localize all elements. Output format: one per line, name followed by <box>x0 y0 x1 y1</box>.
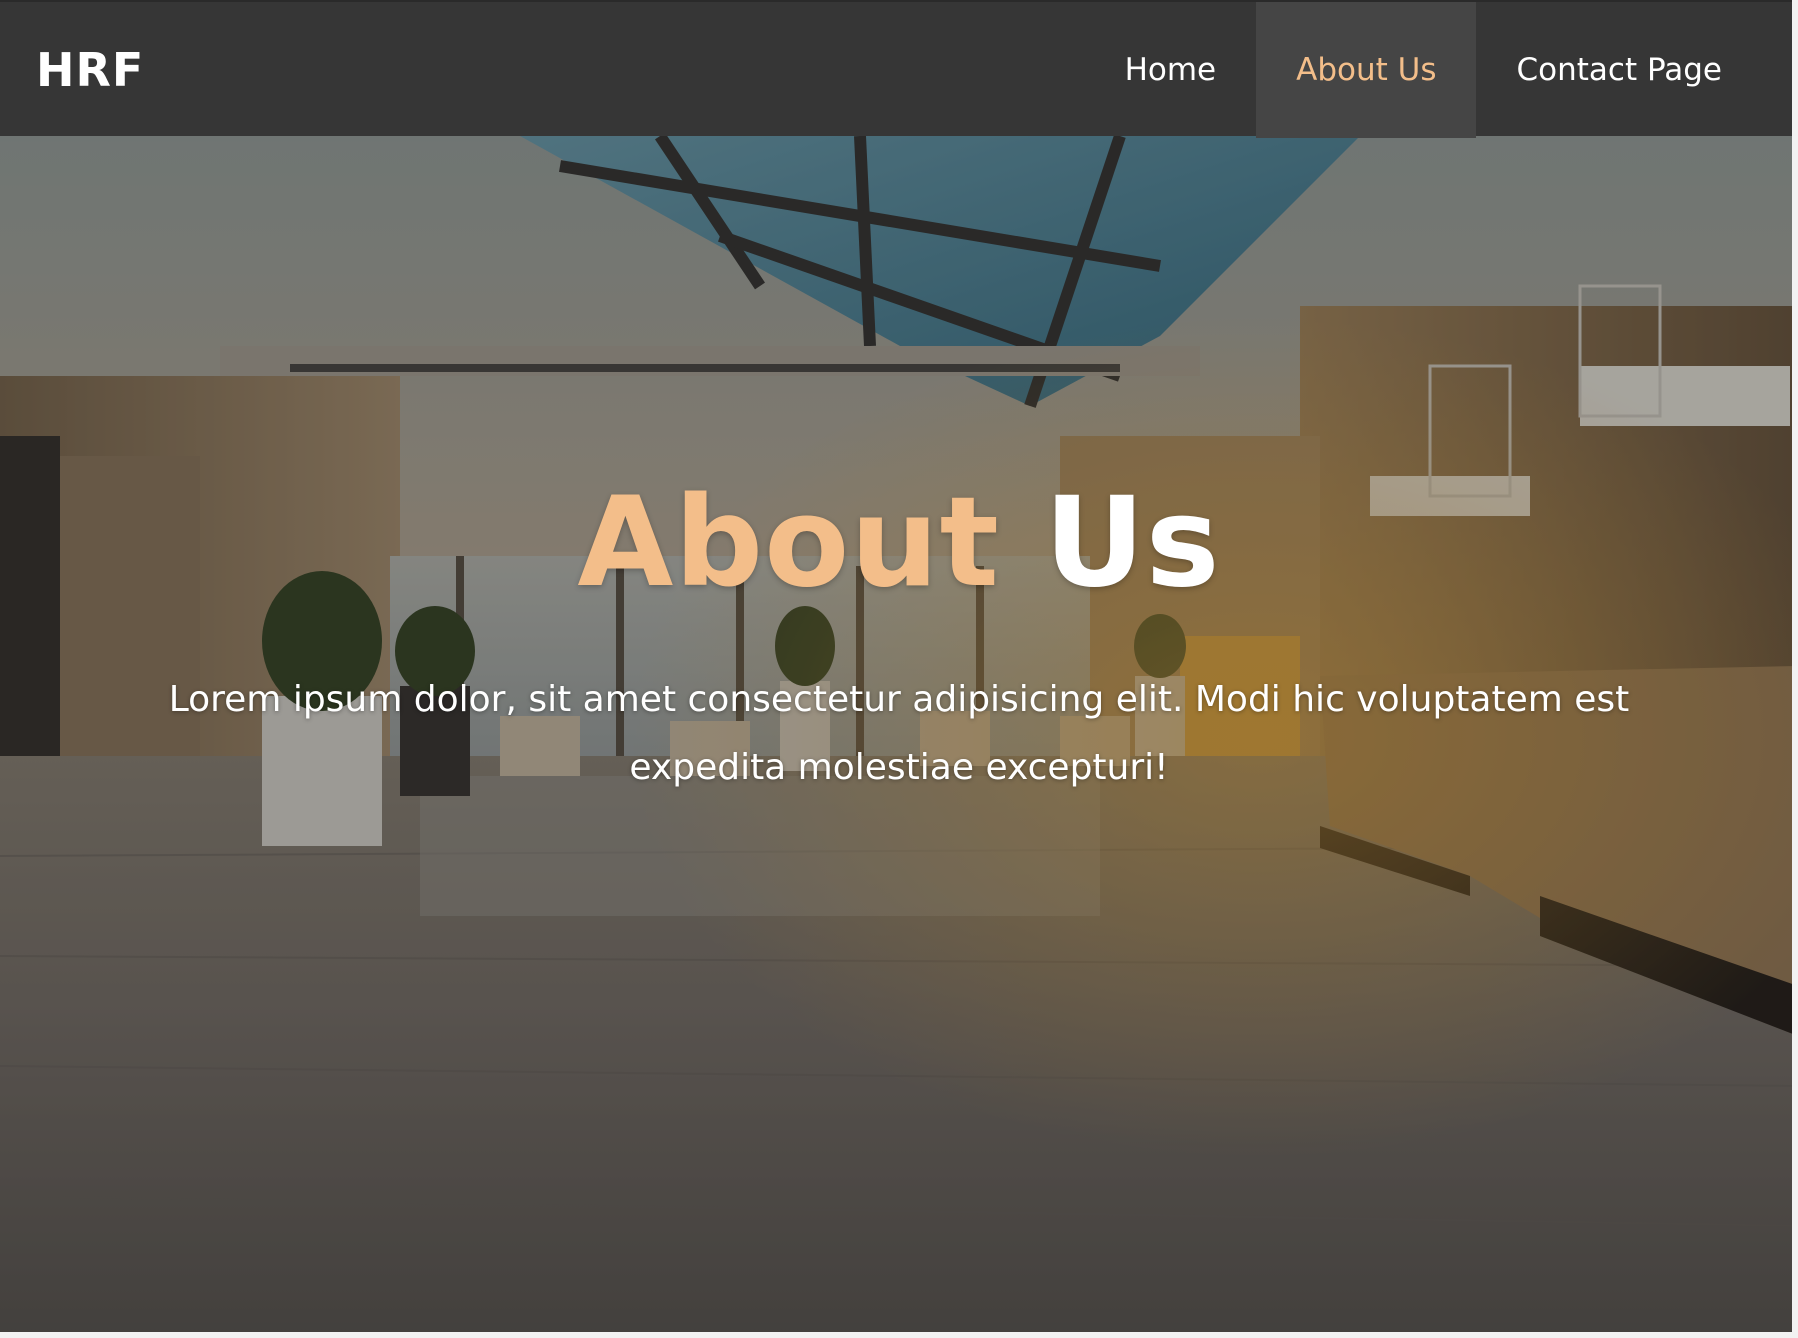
page: HRF Home About Us Contact Page About Us … <box>0 0 1798 1338</box>
hero-title-rest: Us <box>1044 471 1221 615</box>
hero-title-accent: About <box>577 471 1000 615</box>
navbar: HRF Home About Us Contact Page <box>0 0 1798 138</box>
nav-item-home[interactable]: Home <box>1085 2 1257 138</box>
nav-menu: Home About Us Contact Page <box>1085 2 1762 138</box>
bottom-edge <box>0 1332 1798 1338</box>
brand-logo[interactable]: HRF <box>36 2 144 138</box>
hero-section: About Us Lorem ipsum dolor, sit amet con… <box>0 136 1798 1338</box>
hero-description: Lorem ipsum dolor, sit amet consectetur … <box>168 679 1630 788</box>
hero-content: About Us Lorem ipsum dolor, sit amet con… <box>0 136 1798 1338</box>
nav-item-contact-page[interactable]: Contact Page <box>1476 2 1762 138</box>
nav-item-about-us[interactable]: About Us <box>1256 2 1477 138</box>
hero-title: About Us <box>0 481 1798 605</box>
right-edge <box>1792 0 1798 1338</box>
